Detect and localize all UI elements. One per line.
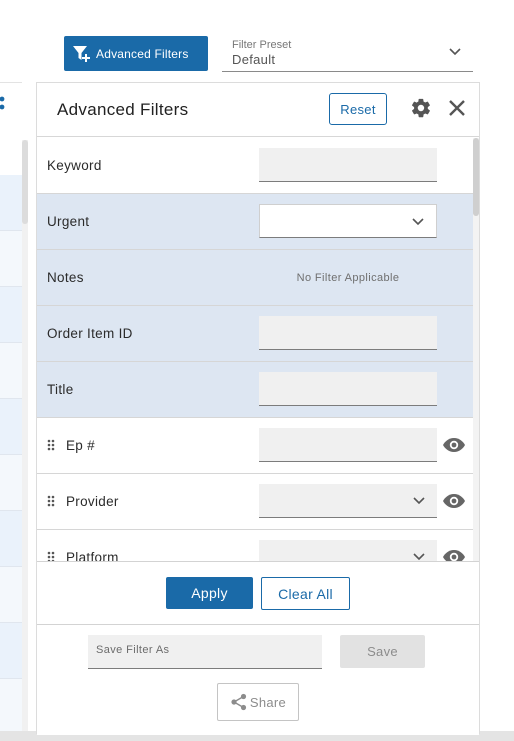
ep-input[interactable] [259, 428, 437, 462]
share-button-label: Share [249, 694, 287, 710]
advanced-filters-panel: Advanced Filters Reset Keyword Urgent No… [36, 82, 480, 735]
filter-row-ep: Ep # [37, 418, 473, 474]
drag-handle-icon[interactable] [47, 495, 55, 507]
eye-icon[interactable] [442, 492, 466, 510]
eye-icon[interactable] [442, 436, 466, 454]
filter-row-notes: Notes No Filter Applicable [37, 250, 473, 306]
save-filter-area: Save Filter As Save Share [37, 625, 479, 735]
share-icon [231, 693, 246, 711]
filter-label: Order Item ID [47, 326, 133, 341]
background-row [0, 343, 22, 399]
background-row [0, 623, 22, 679]
background-row [0, 231, 22, 287]
advanced-filters-button[interactable]: Advanced Filters [64, 36, 208, 71]
provider-select[interactable] [259, 484, 437, 518]
no-filter-note: No Filter Applicable [296, 272, 400, 284]
filter-row-provider: Provider [37, 474, 473, 530]
save-filter-name-input[interactable]: Save Filter As [88, 635, 322, 669]
filter-label: Provider [66, 494, 119, 509]
background-scrollbar[interactable] [22, 140, 28, 732]
filter-label: Ep # [66, 438, 95, 453]
filter-label: Platform [66, 550, 119, 561]
panel-header: Advanced Filters Reset [37, 83, 479, 137]
chevron-down-icon [413, 553, 425, 561]
filter-label: Notes [47, 270, 84, 285]
filter-actions: Apply Clear All [37, 561, 479, 625]
reset-button[interactable]: Reset [329, 93, 387, 125]
drag-handle-icon[interactable] [47, 439, 55, 451]
filter-row-platform: Platform [37, 530, 473, 561]
filter-row-order-item-id: Order Item ID [37, 306, 473, 362]
share-button[interactable]: Share [217, 683, 299, 721]
apply-button[interactable]: Apply [166, 577, 253, 609]
background-row [0, 455, 22, 511]
background-row [0, 679, 22, 735]
eye-icon[interactable] [442, 548, 466, 561]
title-input[interactable] [259, 372, 437, 406]
keyword-input[interactable] [259, 148, 437, 182]
save-button[interactable]: Save [340, 635, 425, 668]
chevron-down-icon [412, 218, 424, 226]
drag-handle-icon[interactable] [47, 551, 55, 561]
close-icon[interactable] [447, 98, 467, 118]
filter-preset-select[interactable]: Filter Preset Default [222, 36, 473, 72]
filter-list-scroll-thumb[interactable] [473, 138, 479, 216]
advanced-filters-button-label: Advanced Filters [96, 46, 189, 61]
filter-list-scrollbar[interactable] [473, 138, 479, 561]
order-item-id-input[interactable] [259, 316, 437, 350]
filter-label: Keyword [47, 158, 102, 173]
gear-icon[interactable] [410, 97, 432, 119]
urgent-select[interactable] [259, 204, 437, 238]
filter-row-keyword: Keyword [37, 138, 473, 194]
filter-label: Urgent [47, 214, 90, 229]
panel-title: Advanced Filters [57, 100, 189, 119]
filter-plus-icon [73, 45, 90, 62]
background-row [0, 567, 22, 623]
clear-all-button[interactable]: Clear All [261, 577, 350, 610]
filter-preset-label: Filter Preset [232, 39, 292, 51]
filter-list: Keyword Urgent Notes No Filter Applicabl… [37, 138, 473, 561]
filter-row-title: Title [37, 362, 473, 418]
background-share-icon [0, 96, 5, 110]
background-row [0, 175, 22, 231]
background-table [0, 82, 22, 735]
filter-label: Title [47, 382, 74, 397]
background-row [0, 287, 22, 343]
background-scroll-thumb[interactable] [22, 140, 28, 224]
platform-select[interactable] [259, 540, 437, 561]
chevron-down-icon [413, 497, 425, 505]
background-row [0, 511, 22, 567]
filter-row-urgent: Urgent [37, 194, 473, 250]
chevron-down-icon [449, 48, 461, 56]
background-row [0, 399, 22, 455]
filter-preset-value: Default [232, 52, 276, 67]
